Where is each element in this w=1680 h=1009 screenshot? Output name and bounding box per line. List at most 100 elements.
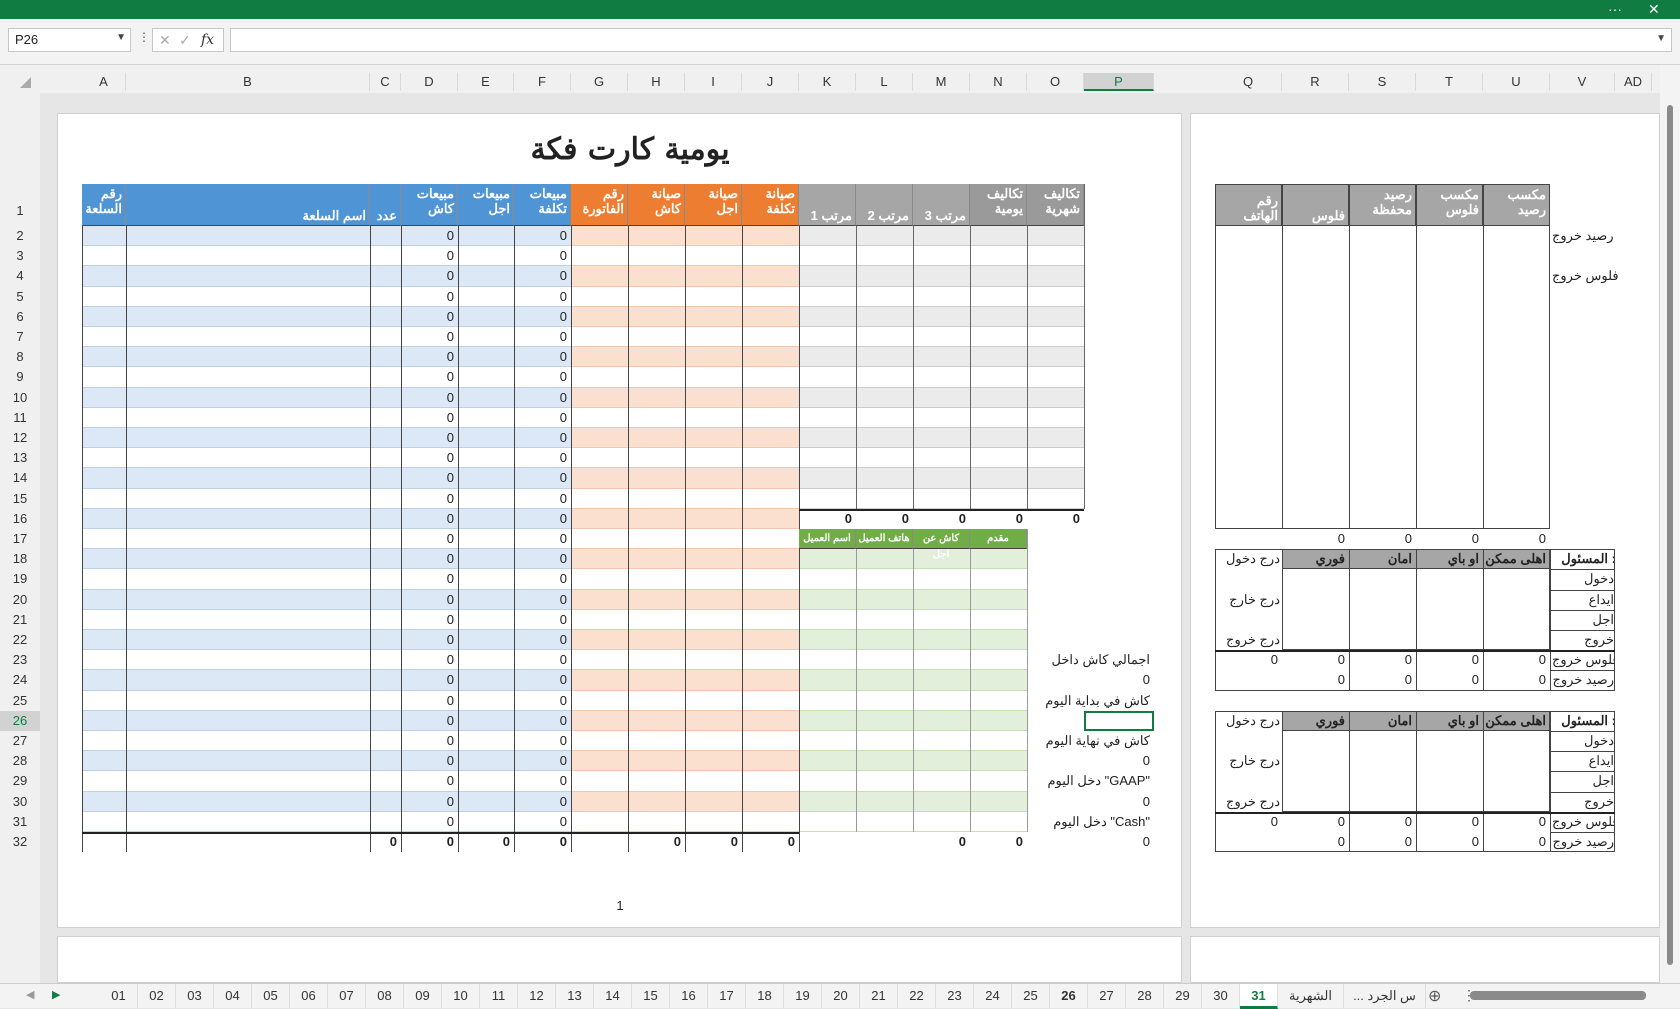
cell-l16[interactable]: 0 bbox=[869, 511, 909, 526]
close-icon[interactable]: ✕ bbox=[1648, 0, 1660, 18]
tab-22[interactable]: 22 bbox=[898, 984, 936, 1009]
cell-r24[interactable]: 0 bbox=[1305, 672, 1345, 687]
row-header-5[interactable]: 5 bbox=[0, 287, 40, 307]
cell-f25[interactable]: 0 bbox=[527, 693, 567, 708]
cell-f31[interactable]: 0 bbox=[527, 814, 567, 829]
cell-h32[interactable]: 0 bbox=[641, 834, 681, 849]
next-sheet-icon[interactable]: ▶ bbox=[52, 988, 60, 1001]
cell-u17[interactable]: 0 bbox=[1506, 531, 1546, 546]
cell-f13[interactable]: 0 bbox=[527, 450, 567, 465]
tab-17[interactable]: 17 bbox=[708, 984, 746, 1009]
cell-d9[interactable]: 0 bbox=[414, 369, 454, 384]
cell-f10[interactable]: 0 bbox=[527, 390, 567, 405]
cell-j32[interactable]: 0 bbox=[755, 834, 795, 849]
row-header-21[interactable]: 21 bbox=[0, 610, 40, 630]
more-options-icon[interactable]: ··· bbox=[1608, 0, 1622, 18]
cell-f14[interactable]: 0 bbox=[527, 470, 567, 485]
cell-f27[interactable]: 0 bbox=[527, 733, 567, 748]
row-header-13[interactable]: 13 bbox=[0, 448, 40, 468]
cell-d28[interactable]: 0 bbox=[414, 753, 454, 768]
cell-f26[interactable]: 0 bbox=[527, 713, 567, 728]
cell-c32[interactable]: 0 bbox=[357, 834, 397, 849]
cell-f30[interactable]: 0 bbox=[527, 794, 567, 809]
cell-d19[interactable]: 0 bbox=[414, 571, 454, 586]
row-header-4[interactable]: 4 bbox=[0, 266, 40, 286]
cell-d3[interactable]: 0 bbox=[414, 248, 454, 263]
row-header-20[interactable]: 20 bbox=[0, 590, 40, 610]
column-header-k[interactable]: K bbox=[799, 73, 856, 91]
cell-f24[interactable]: 0 bbox=[527, 672, 567, 687]
column-header-l[interactable]: L bbox=[856, 73, 913, 91]
cancel-icon[interactable]: ✕ bbox=[159, 32, 171, 49]
column-header-i[interactable]: I bbox=[685, 73, 742, 91]
tab-01[interactable]: 01 bbox=[100, 984, 138, 1009]
row-header-31[interactable]: 31 bbox=[0, 812, 40, 832]
cell-d21[interactable]: 0 bbox=[414, 612, 454, 627]
tab-04[interactable]: 04 bbox=[214, 984, 252, 1009]
row-header-16[interactable]: 16 bbox=[0, 509, 40, 529]
prev-sheet-icon[interactable]: ◀ bbox=[26, 988, 34, 1001]
cell-d23[interactable]: 0 bbox=[414, 652, 454, 667]
column-header-t[interactable]: T bbox=[1416, 73, 1483, 91]
tab-11[interactable]: 11 bbox=[480, 984, 518, 1009]
cell-i32[interactable]: 0 bbox=[698, 834, 738, 849]
cell-d16[interactable]: 0 bbox=[414, 511, 454, 526]
tab-inventory[interactable]: ... س الجرد bbox=[1344, 984, 1426, 1009]
cell-d2[interactable]: 0 bbox=[414, 228, 454, 243]
row-header-30[interactable]: 30 bbox=[0, 792, 40, 812]
cell-s24[interactable]: 0 bbox=[1372, 672, 1412, 687]
formula-input[interactable]: ▼ bbox=[230, 28, 1672, 52]
cell-p30[interactable]: 0 bbox=[1110, 794, 1150, 809]
cell-d7[interactable]: 0 bbox=[414, 329, 454, 344]
cell-m16[interactable]: 0 bbox=[926, 511, 966, 526]
cell-t17[interactable]: 0 bbox=[1439, 531, 1479, 546]
row-header-18[interactable]: 18 bbox=[0, 549, 40, 569]
cell-s23[interactable]: 0 bbox=[1372, 652, 1412, 667]
column-header-g[interactable]: G bbox=[571, 73, 628, 91]
tab-12[interactable]: 12 bbox=[518, 984, 556, 1009]
cell-f8[interactable]: 0 bbox=[527, 349, 567, 364]
column-header-m[interactable]: M bbox=[913, 73, 970, 91]
tab-10[interactable]: 10 bbox=[442, 984, 480, 1009]
cell-t24[interactable]: 0 bbox=[1439, 672, 1479, 687]
row-header-19[interactable]: 19 bbox=[0, 569, 40, 589]
cell-d12[interactable]: 0 bbox=[414, 430, 454, 445]
cell-f5[interactable]: 0 bbox=[527, 289, 567, 304]
cell-f28[interactable]: 0 bbox=[527, 753, 567, 768]
cell-d13[interactable]: 0 bbox=[414, 450, 454, 465]
column-header-a[interactable]: A bbox=[82, 73, 126, 91]
scroll-thumb[interactable] bbox=[1667, 105, 1673, 965]
cell-f22[interactable]: 0 bbox=[527, 632, 567, 647]
column-header-s[interactable]: S bbox=[1349, 73, 1416, 91]
tab-18[interactable]: 18 bbox=[746, 984, 784, 1009]
tab-14[interactable]: 14 bbox=[594, 984, 632, 1009]
cell-f4[interactable]: 0 bbox=[527, 268, 567, 283]
tab-05[interactable]: 05 bbox=[252, 984, 290, 1009]
row-header-25[interactable]: 25 bbox=[0, 691, 40, 711]
cell-d14[interactable]: 0 bbox=[414, 470, 454, 485]
row-header-28[interactable]: 28 bbox=[0, 751, 40, 771]
cell-f21[interactable]: 0 bbox=[527, 612, 567, 627]
tab-29[interactable]: 29 bbox=[1164, 984, 1202, 1009]
cell-f12[interactable]: 0 bbox=[527, 430, 567, 445]
row-header-9[interactable]: 9 bbox=[0, 367, 40, 387]
add-sheet-icon[interactable]: ⊕ bbox=[1428, 986, 1441, 1006]
row-header-22[interactable]: 22 bbox=[0, 630, 40, 650]
row-header-7[interactable]: 7 bbox=[0, 327, 40, 347]
cell-f32[interactable]: 0 bbox=[527, 834, 567, 849]
cell-d20[interactable]: 0 bbox=[414, 592, 454, 607]
cell-f23[interactable]: 0 bbox=[527, 652, 567, 667]
tab-20[interactable]: 20 bbox=[822, 984, 860, 1009]
confirm-icon[interactable]: ✓ bbox=[179, 32, 191, 49]
tab-31[interactable]: 31 bbox=[1240, 984, 1278, 1009]
column-header-u[interactable]: U bbox=[1483, 73, 1550, 91]
cell-d22[interactable]: 0 bbox=[414, 632, 454, 647]
cell-d5[interactable]: 0 bbox=[414, 289, 454, 304]
cell-s32[interactable]: 0 bbox=[1372, 834, 1412, 849]
selected-cell-p26[interactable] bbox=[1084, 710, 1154, 731]
column-header-p[interactable]: P bbox=[1084, 73, 1154, 91]
column-header-d[interactable]: D bbox=[401, 73, 458, 91]
cell-t23[interactable]: 0 bbox=[1439, 652, 1479, 667]
cell-d17[interactable]: 0 bbox=[414, 531, 454, 546]
tab-24[interactable]: 24 bbox=[974, 984, 1012, 1009]
